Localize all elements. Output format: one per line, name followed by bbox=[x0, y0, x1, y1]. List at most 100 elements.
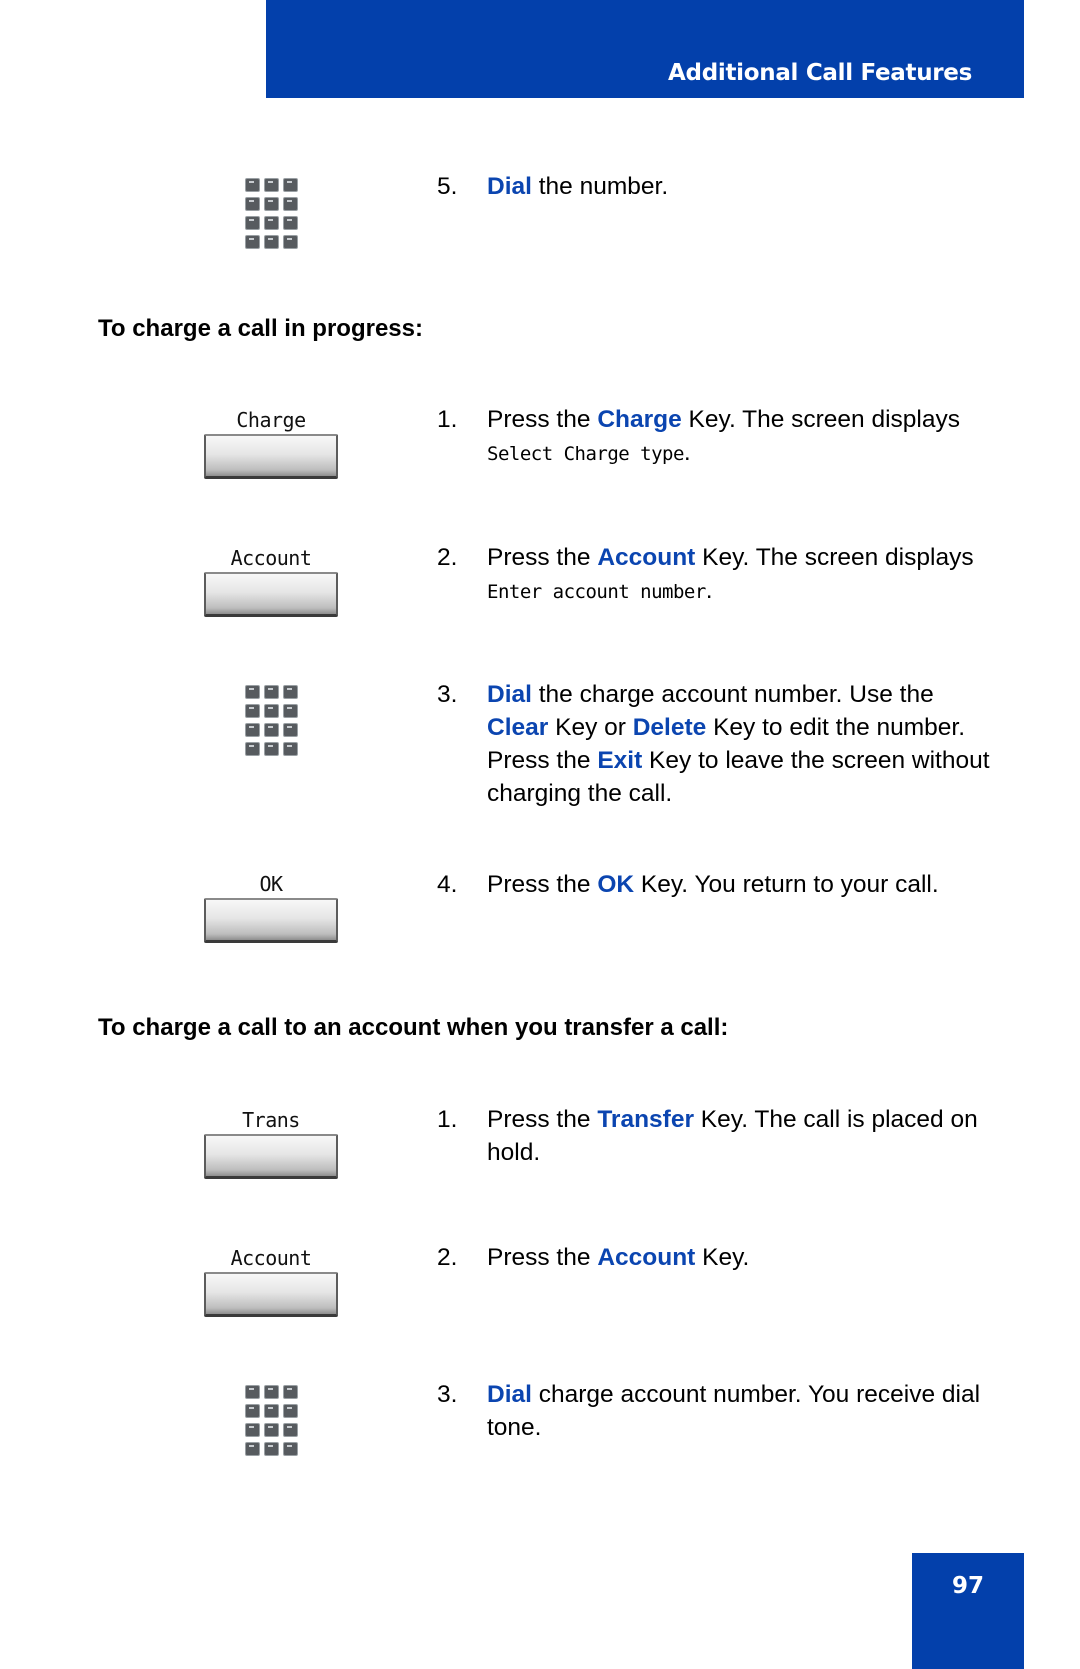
section-heading: To charge a call to an account when you … bbox=[98, 1014, 729, 1041]
step-number: 1. bbox=[437, 1106, 458, 1133]
keypad-key bbox=[264, 685, 279, 699]
keypad-key bbox=[245, 1442, 260, 1456]
keypad-key bbox=[264, 723, 279, 737]
softkey-button[interactable] bbox=[204, 1134, 338, 1179]
keypad-key bbox=[264, 235, 279, 249]
keypad-key bbox=[264, 1404, 279, 1418]
key-name: Transfer bbox=[597, 1106, 694, 1133]
softkey-button[interactable] bbox=[204, 898, 338, 943]
softkey-label: OK bbox=[259, 872, 283, 896]
softkey-account[interactable]: Account bbox=[204, 545, 338, 617]
step-text-fragment: Press the bbox=[487, 1106, 598, 1133]
key-name: Account bbox=[597, 544, 696, 571]
page-number: 97 bbox=[951, 1573, 984, 1599]
step-text: Press the Account Key. bbox=[487, 1241, 997, 1274]
keypad-key bbox=[283, 742, 298, 756]
keypad-key bbox=[283, 704, 298, 718]
step-number: 3. bbox=[437, 1381, 458, 1408]
keypad-key bbox=[264, 1442, 279, 1456]
softkey-label: Charge bbox=[236, 408, 306, 432]
keypad-key bbox=[283, 178, 298, 192]
step-text-fragment: Key. bbox=[695, 1244, 750, 1271]
keypad-key bbox=[245, 235, 260, 249]
keypad-icon bbox=[245, 685, 299, 761]
softkey-label: Account bbox=[230, 1246, 312, 1270]
key-name: Dial bbox=[487, 173, 532, 200]
keypad-key bbox=[245, 1423, 260, 1437]
keypad-key bbox=[283, 235, 298, 249]
keypad-key bbox=[283, 685, 298, 699]
step-text: Press the Transfer Key. The call is plac… bbox=[487, 1103, 997, 1169]
softkey-charge[interactable]: Charge bbox=[204, 407, 338, 479]
step-number: 4. bbox=[437, 871, 458, 898]
keypad-key bbox=[283, 1404, 298, 1418]
step-text: Press the OK Key. You return to your cal… bbox=[487, 868, 997, 901]
step-number: 2. bbox=[437, 544, 458, 571]
keypad-key bbox=[264, 1385, 279, 1399]
step-text-fragment: charge account number. You receive dial … bbox=[487, 1381, 981, 1441]
step-number: 2. bbox=[437, 1244, 458, 1271]
softkey-account[interactable]: Account bbox=[204, 1245, 338, 1317]
keypad-key bbox=[264, 197, 279, 211]
keypad-key bbox=[245, 685, 260, 699]
keypad-key bbox=[283, 216, 298, 230]
step-text-fragment: the number. bbox=[531, 173, 669, 200]
step-text-fragment: Press the bbox=[487, 406, 598, 433]
keypad-key bbox=[245, 704, 260, 718]
step-number: 3. bbox=[437, 681, 458, 708]
keypad-key bbox=[264, 178, 279, 192]
keypad-key bbox=[245, 216, 260, 230]
keypad-key bbox=[283, 723, 298, 737]
keypad-key bbox=[245, 1404, 260, 1418]
page-number-box: 97 bbox=[912, 1553, 1024, 1669]
step-item: 1. Press the Charge Key. The screen disp… bbox=[437, 403, 997, 471]
step-number: 1. bbox=[437, 406, 458, 433]
key-name: Clear bbox=[487, 714, 549, 741]
step-text: Dial charge account number. You receive … bbox=[487, 1378, 997, 1444]
softkey-trans[interactable]: Trans bbox=[204, 1107, 338, 1179]
step-text-fragment: . bbox=[705, 577, 713, 604]
softkey-button[interactable] bbox=[204, 572, 338, 617]
keypad-key bbox=[283, 1423, 298, 1437]
step-item: 3. Dial the charge account number. Use t… bbox=[437, 678, 997, 810]
softkey-button[interactable] bbox=[204, 1272, 338, 1317]
softkey-label: Trans bbox=[242, 1108, 300, 1132]
step-text-fragment: . bbox=[683, 439, 691, 466]
step-text: Press the Account Key. The screen displa… bbox=[487, 541, 997, 609]
key-name: Charge bbox=[597, 406, 682, 433]
step-text-fragment: Key or bbox=[548, 714, 633, 741]
key-name: Exit bbox=[597, 747, 643, 774]
keypad-key bbox=[283, 1442, 298, 1456]
keypad-key bbox=[283, 1385, 298, 1399]
softkey-button[interactable] bbox=[204, 434, 338, 479]
key-name: Dial bbox=[487, 1381, 532, 1408]
keypad-key bbox=[245, 197, 260, 211]
display-text: Select Charge type bbox=[487, 443, 684, 465]
key-name: Account bbox=[597, 1244, 696, 1271]
keypad-key bbox=[264, 1423, 279, 1437]
step-text-fragment: Press the bbox=[487, 871, 598, 898]
display-text: Enter account number bbox=[487, 581, 706, 603]
keypad-key bbox=[283, 197, 298, 211]
step-text: Dial the charge account number. Use the … bbox=[487, 678, 997, 810]
step-text-fragment: Key. You return to your call. bbox=[634, 871, 939, 898]
keypad-key bbox=[264, 216, 279, 230]
softkey-ok[interactable]: OK bbox=[204, 871, 338, 943]
step-item: 2. Press the Account Key. The screen dis… bbox=[437, 541, 997, 609]
step-item: 1. Press the Transfer Key. The call is p… bbox=[437, 1103, 997, 1169]
key-name: OK bbox=[597, 871, 635, 898]
step-item: 4. Press the OK Key. You return to your … bbox=[437, 868, 997, 901]
keypad-icon bbox=[245, 1385, 299, 1461]
step-text-fragment: the charge account number. Use the bbox=[531, 681, 934, 708]
keypad-key bbox=[245, 723, 260, 737]
keypad-key bbox=[245, 742, 260, 756]
key-name: Delete bbox=[632, 714, 707, 741]
keypad-key bbox=[245, 178, 260, 192]
step-text: Dial the number. bbox=[487, 170, 997, 203]
step-text-fragment: Press the bbox=[487, 544, 598, 571]
keypad-icon bbox=[245, 178, 299, 254]
keypad-key bbox=[245, 1385, 260, 1399]
step-text-fragment: Key. The screen displays bbox=[681, 406, 960, 433]
step-text-fragment: Key. The screen displays bbox=[695, 544, 974, 571]
step-text-fragment: Press the bbox=[487, 1244, 598, 1271]
